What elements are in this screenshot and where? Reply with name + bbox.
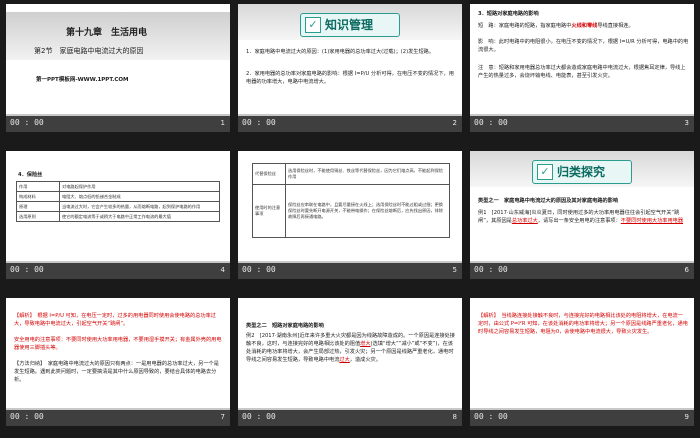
slide-thumbnail-8[interactable]: 类型之二 短路对家庭电路的影响 例2 [2017·湖南永州]近年来许多重大火灾都… xyxy=(238,298,462,426)
short-circuit-text-end: 导线直接相连。 xyxy=(597,23,634,29)
slide-number: 6 xyxy=(684,266,689,274)
example-question-end: ，造成火灾。 xyxy=(349,357,381,363)
slide-time: 00 : 00 xyxy=(474,412,508,421)
answer-highlight: 总功率过大 xyxy=(511,218,538,224)
slide-number: 4 xyxy=(220,266,225,274)
slide-time: 00 : 00 xyxy=(10,118,44,127)
table-cell: 作用 xyxy=(16,181,60,192)
table-cell: 选用保险丝时，不能使用铜丝、铁丝等代替保险丝，因为它们熔点高，不能起到保险作用 xyxy=(285,163,450,185)
type-heading: 类型之一 家庭电路中电流过大的原因及其对家庭电路的影响 xyxy=(478,198,619,204)
slide-number: 8 xyxy=(452,413,457,421)
example-text: 例1 [2017·山东威海]炎炎夏日，同时使用过多的大功率用电器往往会引起空气开… xyxy=(478,209,690,225)
paragraph-4: 注 意：短路和家用电器总功率过大都会造成家庭电路中电流过大，根据焦耳定律，导线上… xyxy=(478,65,686,79)
slide-thumbnail-4[interactable]: 4．保险丝 作用 对电路起保护作用 构成材料 电阻大、熔点低的铅锑合金制成 原理 当电… xyxy=(6,151,230,279)
answer-highlight: 火线和零线 xyxy=(571,23,598,29)
slide-thumbnail-3[interactable]: 3．短路对家庭电路的影响 短 路：家庭电路的短路，指家庭电路中火线和零线导线直接… xyxy=(470,4,694,132)
paragraph-3: 影 响：此时电路中的电阻很小，在电压不变的情况下，根据 I=U/R 分析可得，电… xyxy=(478,39,689,53)
answer-highlight: 增大 xyxy=(360,341,371,347)
table-cell: 构成材料 xyxy=(16,191,60,202)
paragraph-1: 3．短路对家庭电路的影响 xyxy=(478,11,539,17)
slide-number: 5 xyxy=(452,266,457,274)
slide-thumbnail-7[interactable]: 【解析】 根据 I=P/U 可知，在电压一定时，过多的用电器同时使用会使电路的总… xyxy=(6,298,230,426)
answer-highlight-2: 过大 xyxy=(339,357,350,363)
table-row: 作用 对电路起保护作用 xyxy=(16,181,220,192)
table-cell: 电阻大、熔点低的铅锑合金制成 xyxy=(59,191,220,202)
slide-thumbnail-9[interactable]: 【解析】 当线路连接处接触不良时，与连接完好的电路相比该处的电阻将增大，在电流一… xyxy=(470,298,694,426)
badge-heading: 归类探究 xyxy=(557,165,606,179)
chapter-title: 第十九章 生活用电 xyxy=(66,28,148,38)
section-title: 第2节 家庭电路中电流过大的原因 xyxy=(34,47,144,55)
slide-time: 00 : 00 xyxy=(242,265,276,274)
type-heading: 类型之二 短路对家庭电路的影响 xyxy=(246,323,324,329)
slide-time: 00 : 00 xyxy=(474,265,508,274)
paragraph-2: 2．家用电器的总功率对家庭电路的影响：根据 I=P/U 分析可得，在电压不变的情… xyxy=(246,71,454,85)
slide-time: 00 : 00 xyxy=(10,412,44,421)
table-title: 4．保险丝 xyxy=(18,172,43,178)
slide-number: 2 xyxy=(452,119,457,127)
table-cell: 代替保险丝 xyxy=(252,163,286,185)
section-badge: ✓ 知识管理 xyxy=(300,13,400,37)
section-badge: ✓ 归类探究 xyxy=(532,160,632,184)
paragraph-1: 1．家庭电路中电流过大的原因：(1)家用电器的总功率过大(过载)；(2)发生短路… xyxy=(246,49,435,55)
badge-heading: 知识管理 xyxy=(325,18,374,32)
example-text: 例2 [2017·湖南永州]近年来许多重大火灾都是因为线路故障造成的。一个原因是… xyxy=(246,332,458,364)
slide-status-bar: 00 : 00 3 xyxy=(470,114,694,132)
slide-thumbnail-2[interactable]: ✓ 知识管理 1．家庭电路中电流过大的原因：(1)家用电器的总功率过大(过载)；… xyxy=(238,4,462,132)
slide-thumbnail-5[interactable]: 代替保险丝 选用保险丝时，不能使用铜丝、铁丝等代替保险丝，因为它们熔点高，不能起到… xyxy=(238,151,462,279)
slide-time: 00 : 00 xyxy=(10,265,44,274)
slide-status-bar: 00 : 00 5 xyxy=(238,261,462,279)
slide-time: 00 : 00 xyxy=(474,118,508,127)
checkbox-icon: ✓ xyxy=(305,17,321,33)
slide-thumbnail-6[interactable]: ✓ 归类探究 类型之一 家庭电路中电流过大的原因及其对家庭电路的影响 例1 [2… xyxy=(470,151,694,279)
table-row: 使用时的注意事项 保险丝应串联在电路中，且要尽量接在火线上；选用保险丝时不能过粗或… xyxy=(252,184,450,238)
table-row: 选用原则 使它的额定电流等于或稍大于电路中正常工作电流的最大值 xyxy=(16,211,220,222)
table-row: 原理 当电流过大时，它会产生较多的热量，从而熔断电路，起到保护电路的作用 xyxy=(16,201,220,212)
site-name: 第一PPT模板网-WWW.1PPT.COM xyxy=(36,77,129,83)
checkbox-icon: ✓ xyxy=(537,164,553,180)
slide-status-bar: 00 : 00 9 xyxy=(470,408,694,426)
slide-number: 3 xyxy=(684,119,689,127)
table-cell: 当电流过大时，它会产生较多的热量，从而熔断电路，起到保护电路的作用 xyxy=(59,201,220,212)
fuse-table: 作用 对电路起保护作用 构成材料 电阻大、熔点低的铅锑合金制成 原理 当电流过大时，它… xyxy=(16,181,220,222)
slide-status-bar: 00 : 00 2 xyxy=(238,114,462,132)
slide-number: 9 xyxy=(684,413,689,421)
table-cell: 对电路起保护作用 xyxy=(59,181,220,192)
answer-highlight-2: 不要同时使用大功率用电器 xyxy=(620,218,684,224)
method-paragraph: 【方法归纳】 家庭电路中电流过大的原因只有两点：一是用电器的总功率过大，另一个是… xyxy=(14,361,219,383)
table-cell: 选用原则 xyxy=(16,211,60,222)
table-cell: 使它的额定电流等于或稍大于电路中正常工作电流的最大值 xyxy=(59,211,220,222)
slide-status-bar: 00 : 00 8 xyxy=(238,408,462,426)
example-question-cont: ，请写出一条安全用电的注意事项： xyxy=(537,218,621,224)
slide-status-bar: 00 : 00 6 xyxy=(470,261,694,279)
table-cell: 使用时的注意事项 xyxy=(252,184,286,238)
table-cell: 保险丝应串联在电路中，且要尽量接在火线上；选用保险丝时不能过粗或过细；更换保险丝… xyxy=(285,184,450,238)
slide-status-bar: 00 : 00 1 xyxy=(6,114,230,132)
slide-number: 7 xyxy=(220,413,225,421)
slide-thumbnail-1[interactable]: 第十九章 生活用电 第2节 家庭电路中电流过大的原因 第一PPT模板网-WWW.… xyxy=(6,4,230,132)
slide-number: 1 xyxy=(220,119,225,127)
table-row: 代替保险丝 选用保险丝时，不能使用铜丝、铁丝等代替保险丝，因为它们熔点高，不能起到… xyxy=(252,163,450,185)
slide-time: 00 : 00 xyxy=(242,412,276,421)
analysis-paragraph: 【解析】 根据 I=P/U 可知，在电压一定时，过多的用电器同时使用会使电路的总… xyxy=(14,313,216,327)
table-cell: 原理 xyxy=(16,201,60,212)
paragraph-2: 短 路：家庭电路的短路，指家庭电路中火线和零线导线直接相连。 xyxy=(478,22,690,30)
table-row: 构成材料 电阻大、熔点低的铅锑合金制成 xyxy=(16,191,220,202)
short-circuit-text: 短 路：家庭电路的短路，指家庭电路中 xyxy=(478,23,572,29)
slide-status-bar: 00 : 00 4 xyxy=(6,261,230,279)
slide-status-bar: 00 : 00 7 xyxy=(6,408,230,426)
safety-paragraph: 安全用电的注意事项：不要同时使用大功率用电器，不要用湿手摸开关；有金属外壳的用电… xyxy=(14,337,222,351)
fuse-usage-table: 代替保险丝 选用保险丝时，不能使用铜丝、铁丝等代替保险丝，因为它们熔点高，不能起到… xyxy=(252,163,450,238)
analysis-paragraph: 【解析】 当线路连接处接触不良时，与连接完好的电路相比该处的电阻将增大，在电流一… xyxy=(478,313,688,335)
slide-time: 00 : 00 xyxy=(242,118,276,127)
